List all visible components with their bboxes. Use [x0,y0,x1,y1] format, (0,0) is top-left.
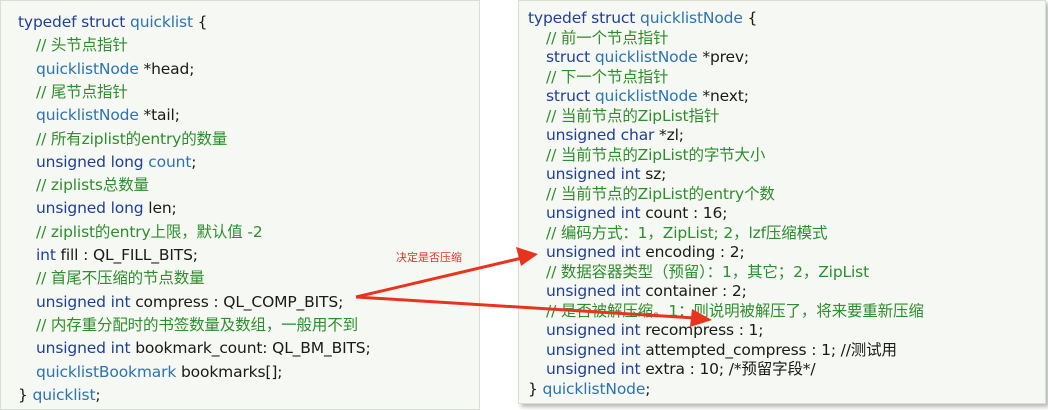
decide-compress-annotation: 决定是否压缩 [396,251,462,264]
arrow-to-recompress-head [690,309,712,327]
arrow-to-recompress [355,295,696,320]
arrow-to-encoding-head [516,247,538,266]
arrow-overlay [355,247,712,327]
